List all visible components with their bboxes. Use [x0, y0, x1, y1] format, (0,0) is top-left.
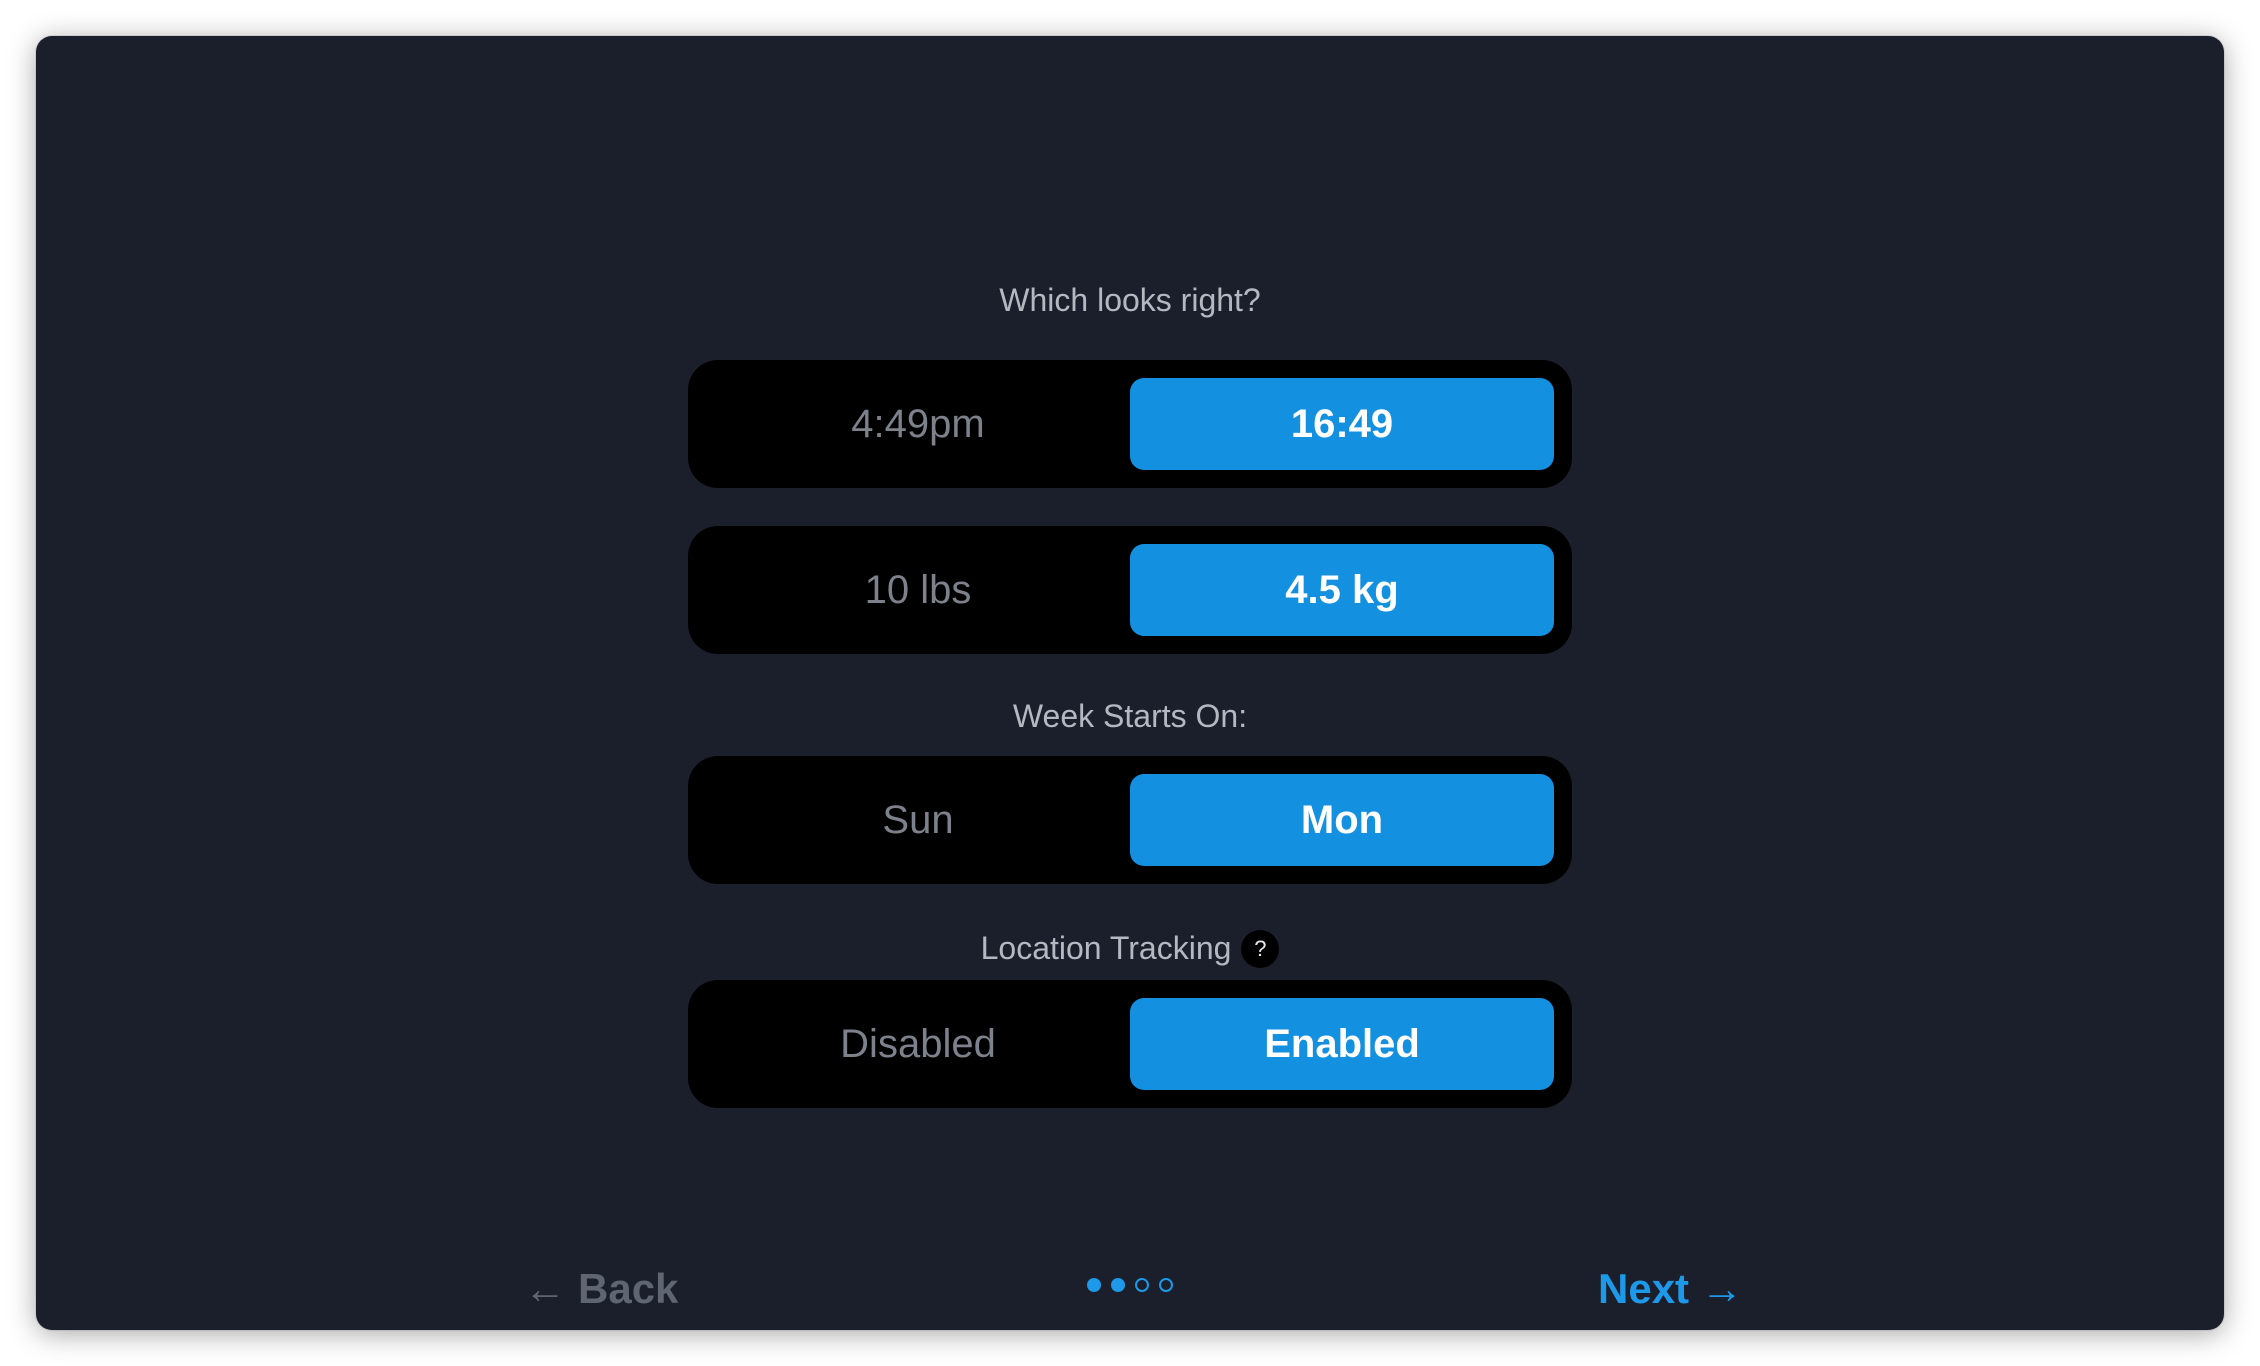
- page-dot-3: [1135, 1278, 1149, 1292]
- weight-units-segmented-control: 10 lbs 4.5 kg: [688, 526, 1572, 654]
- week-start-segmented-control: Sun Mon: [688, 756, 1572, 884]
- week-start-mon-option[interactable]: Mon: [1130, 774, 1554, 866]
- pagination-dots: [1082, 1278, 1178, 1292]
- location-tracking-header: Location Tracking?: [36, 928, 2224, 970]
- location-tracking-label: Location Tracking: [980, 930, 1232, 966]
- weight-kg-option[interactable]: 4.5 kg: [1130, 544, 1554, 636]
- page-dot-2: [1111, 1278, 1125, 1292]
- week-start-label: Week Starts On:: [1012, 698, 1248, 734]
- time-format-label: Which looks right?: [999, 282, 1261, 318]
- page-dot-1: [1087, 1278, 1101, 1292]
- time-12h-option[interactable]: 4:49pm: [706, 378, 1130, 470]
- next-label: Next: [1598, 1265, 1690, 1312]
- arrow-right-icon: →: [1701, 1265, 1744, 1312]
- time-24h-option[interactable]: 16:49: [1130, 378, 1554, 470]
- back-button[interactable]: ← Back: [524, 1264, 678, 1314]
- arrow-left-icon: ←: [524, 1265, 566, 1312]
- location-tracking-segmented-control: Disabled Enabled: [688, 980, 1572, 1108]
- location-enabled-option[interactable]: Enabled: [1130, 998, 1554, 1090]
- page-dot-4: [1159, 1278, 1173, 1292]
- help-icon[interactable]: ?: [1241, 929, 1280, 968]
- week-start-sun-option[interactable]: Sun: [706, 774, 1130, 866]
- time-format-segmented-control: 4:49pm 16:49: [688, 360, 1572, 488]
- next-button[interactable]: Next →: [1598, 1264, 1743, 1314]
- weight-lbs-option[interactable]: 10 lbs: [706, 544, 1130, 636]
- location-disabled-option[interactable]: Disabled: [706, 998, 1130, 1090]
- onboarding-window: Which looks right? 4:49pm 16:49 10 lbs 4…: [36, 36, 2224, 1330]
- back-label: Back: [578, 1265, 679, 1312]
